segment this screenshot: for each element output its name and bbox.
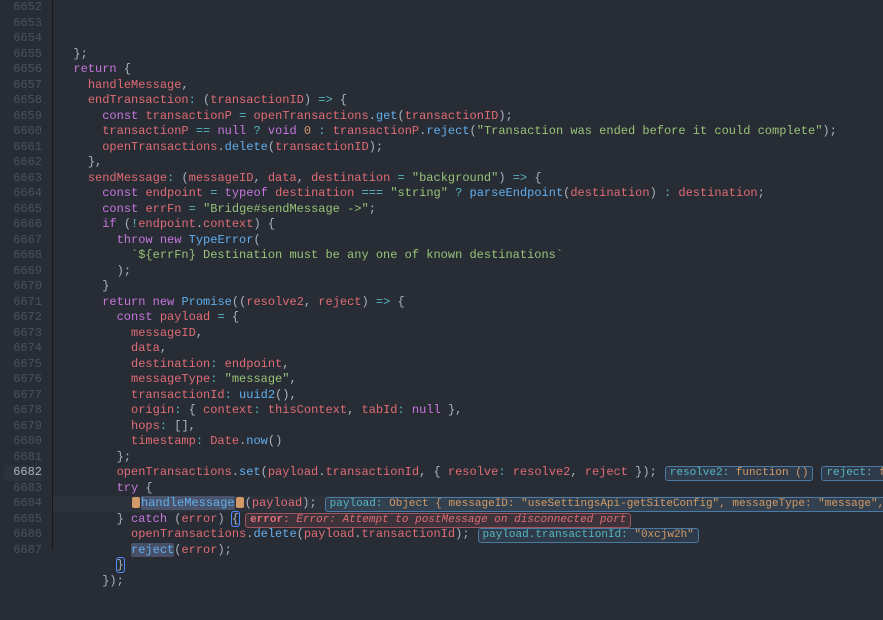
code-line[interactable]: try { [59, 481, 883, 497]
code-line[interactable]: origin: { context: thisContext, tabId: n… [59, 403, 883, 419]
gutter-line[interactable]: 6677 [4, 388, 42, 404]
code-line[interactable]: transactionId: uuid2(), [59, 388, 883, 404]
code-line[interactable]: } catch (error) {error: Error: Attempt t… [59, 512, 883, 528]
code-editor[interactable]: 6652665366546655665666576658665966606661… [0, 0, 883, 549]
code-line[interactable]: }; [59, 450, 883, 466]
code-line[interactable]: } [59, 558, 883, 574]
gutter-line[interactable]: 6665 [4, 202, 42, 218]
code-line[interactable]: return { [59, 62, 883, 78]
gutter[interactable]: 6652665366546655665666576658665966606661… [0, 0, 53, 549]
code-line[interactable]: openTransactions.delete(payload.transact… [59, 527, 883, 543]
code-line[interactable]: }, [59, 155, 883, 171]
code-line[interactable]: openTransactions.set(payload.transaction… [59, 465, 883, 481]
inline-value-hint: payload: Object { messageID: "useSetting… [325, 497, 883, 512]
gutter-line[interactable]: 6657 [4, 78, 42, 94]
inline-value-hint: resolve2: function () [665, 466, 814, 481]
gutter-line[interactable]: 6672 [4, 310, 42, 326]
code-line[interactable]: `${errFn} Destination must be any one of… [59, 248, 883, 264]
code-line[interactable]: handleMessage(payload);payload: Object {… [59, 496, 883, 512]
code-line[interactable]: const transactionP = openTransactions.ge… [59, 109, 883, 125]
gutter-line[interactable]: 6679 [4, 419, 42, 435]
gutter-line[interactable]: 6667 [4, 233, 42, 249]
code-line[interactable]: timestamp: Date.now() [59, 434, 883, 450]
code-line[interactable]: const errFn = "Bridge#sendMessage ->"; [59, 202, 883, 218]
code-line[interactable]: return new Promise((resolve2, reject) =>… [59, 295, 883, 311]
gutter-line[interactable]: 6660 [4, 124, 42, 140]
gutter-line[interactable]: 6687 [4, 543, 42, 559]
gutter-line[interactable]: 6673 [4, 326, 42, 342]
gutter-line[interactable]: 6666 [4, 217, 42, 233]
code-line[interactable]: const endpoint = typeof destination === … [59, 186, 883, 202]
gutter-line[interactable]: 6674 [4, 341, 42, 357]
debug-step-marker [132, 497, 140, 508]
gutter-line[interactable]: 6675 [4, 357, 42, 373]
gutter-line[interactable]: 6663 [4, 171, 42, 187]
code-line[interactable]: messageType: "message", [59, 372, 883, 388]
gutter-line[interactable]: 6683 [4, 481, 42, 497]
gutter-line[interactable]: 6671 [4, 295, 42, 311]
gutter-line[interactable]: 6661 [4, 140, 42, 156]
code-line[interactable]: transactionP == null ? void 0 : transact… [59, 124, 883, 140]
code-line[interactable]: reject(error); [59, 543, 883, 559]
inline-value-hint: reject: function () [821, 466, 883, 481]
gutter-line[interactable]: 6654 [4, 31, 42, 47]
code-line[interactable]: destination: endpoint, [59, 357, 883, 373]
code-line[interactable]: endTransaction: (transactionID) => { [59, 93, 883, 109]
code-line[interactable]: sendMessage: (messageID, data, destinati… [59, 171, 883, 187]
code-line[interactable]: if (!endpoint.context) { [59, 217, 883, 233]
gutter-line[interactable]: 6658 [4, 93, 42, 109]
code-line[interactable]: const payload = { [59, 310, 883, 326]
gutter-line[interactable]: 6656 [4, 62, 42, 78]
gutter-line[interactable]: 6652 [4, 0, 42, 16]
gutter-line[interactable]: 6682 [4, 465, 42, 481]
gutter-line[interactable]: 6685 [4, 512, 42, 528]
gutter-line[interactable]: 6670 [4, 279, 42, 295]
code-line[interactable]: }; [59, 47, 883, 63]
inline-error-hint: error: Error: Attempt to postMessage on … [245, 513, 631, 528]
code-line[interactable]: hops: [], [59, 419, 883, 435]
gutter-line[interactable]: 6680 [4, 434, 42, 450]
code-line[interactable]: } [59, 279, 883, 295]
gutter-line[interactable]: 6676 [4, 372, 42, 388]
code-line[interactable]: messageID, [59, 326, 883, 342]
code-line[interactable]: throw new TypeError( [59, 233, 883, 249]
code-line[interactable]: openTransactions.delete(transactionID); [59, 140, 883, 156]
gutter-line[interactable]: 6668 [4, 248, 42, 264]
gutter-line[interactable]: 6678 [4, 403, 42, 419]
gutter-line[interactable]: 6686 [4, 527, 42, 543]
gutter-line[interactable]: 6664 [4, 186, 42, 202]
code-line[interactable]: data, [59, 341, 883, 357]
code-area[interactable]: }; return { handleMessage, endTransactio… [53, 0, 883, 549]
gutter-line[interactable]: 6681 [4, 450, 42, 466]
code-line[interactable] [59, 31, 883, 47]
inline-value-hint: payload.transactionId: "0xcjw2h" [478, 528, 699, 543]
code-line[interactable]: ); [59, 264, 883, 280]
gutter-line[interactable]: 6653 [4, 16, 42, 32]
code-line[interactable]: handleMessage, [59, 78, 883, 94]
gutter-line[interactable]: 6655 [4, 47, 42, 63]
code-line[interactable]: }); [59, 574, 883, 590]
gutter-line[interactable]: 6684 [4, 496, 42, 512]
gutter-line[interactable]: 6669 [4, 264, 42, 280]
gutter-line[interactable]: 6662 [4, 155, 42, 171]
gutter-line[interactable]: 6659 [4, 109, 42, 125]
debug-step-marker [236, 497, 244, 508]
